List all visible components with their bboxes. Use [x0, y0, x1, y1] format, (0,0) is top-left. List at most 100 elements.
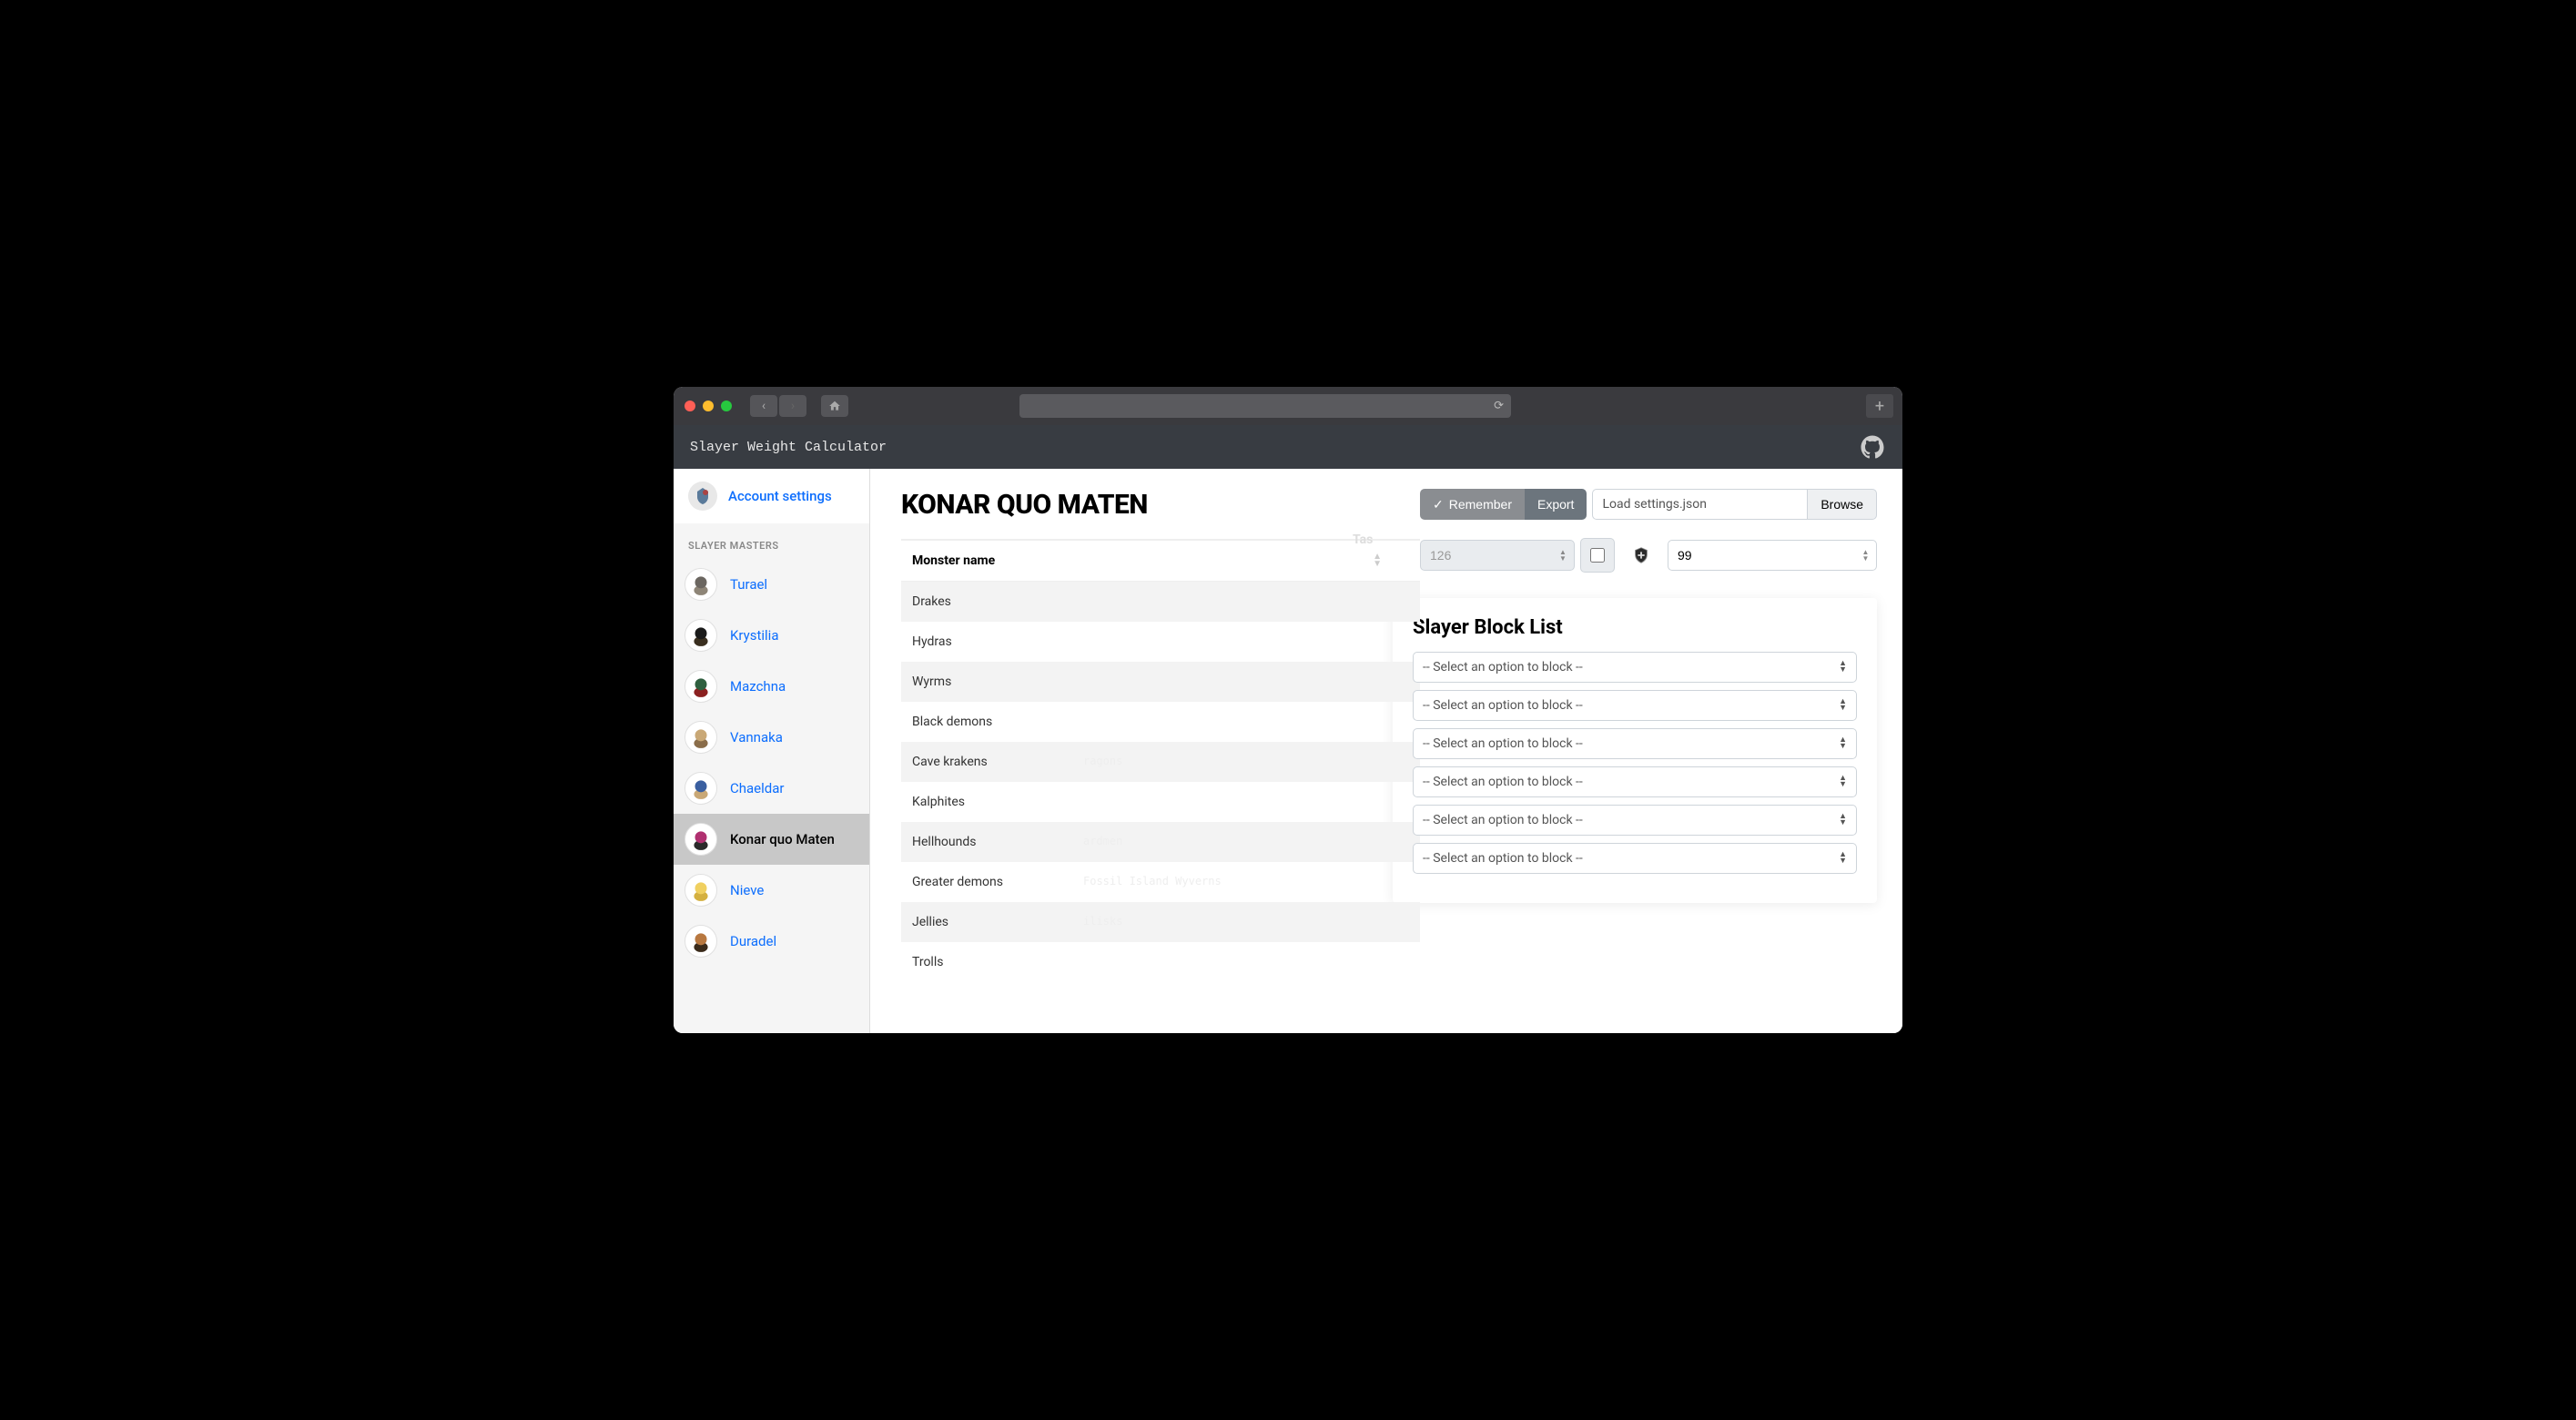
block-list-panel: Slayer Block List -- Select an option to…	[1393, 598, 1877, 903]
remember-button[interactable]: ✓ Remember	[1420, 489, 1525, 520]
master-avatar-icon	[685, 670, 717, 703]
monster-table-area: KONAR QUO MATEN Monster name ▲▼ DrakesHy…	[870, 469, 1420, 1033]
window-controls	[685, 401, 732, 411]
file-input[interactable]: Load settings.json	[1592, 489, 1807, 520]
monster-row[interactable]: Wyrms	[901, 662, 1420, 702]
home-button[interactable]	[821, 395, 848, 417]
sidebar-master-item[interactable]: Nieve	[674, 865, 869, 916]
sidebar-master-item[interactable]: Duradel	[674, 916, 869, 967]
level-spinner[interactable]: ▲▼	[1861, 549, 1876, 562]
back-button[interactable]: ‹	[750, 395, 777, 417]
select-caret-icon: ▲▼	[1839, 814, 1847, 827]
browse-button[interactable]: Browse	[1807, 489, 1877, 520]
sidebar-section-label: SLAYER MASTERS	[674, 523, 869, 559]
master-name-label: Krystilia	[730, 627, 778, 644]
app-header: Slayer Weight Calculator	[674, 425, 1902, 469]
nav-button-group: ‹ ›	[750, 395, 806, 417]
level-input[interactable]	[1668, 541, 1861, 570]
master-avatar-icon	[685, 568, 717, 601]
main-content: KONAR QUO MATEN Monster name ▲▼ DrakesHy…	[870, 469, 1902, 1033]
block-slots: -- Select an option to block --▲▼ -- Sele…	[1413, 652, 1857, 874]
block-select[interactable]: -- Select an option to block --▲▼	[1413, 690, 1857, 721]
sidebar-master-item[interactable]: Vannaka	[674, 712, 869, 763]
monster-row[interactable]: Black demons	[901, 702, 1420, 742]
sidebar: Account settings SLAYER MASTERS Turael K…	[674, 469, 870, 1033]
master-avatar-icon	[685, 772, 717, 805]
lock-checkbox-container	[1580, 538, 1615, 573]
right-panel: ✓ Remember Export Load settings.json Bro…	[1420, 469, 1902, 1033]
monster-rows: DrakesHydrasWyrmsBlack demonsCave kraken…	[901, 582, 1420, 982]
select-caret-icon: ▲▼	[1839, 776, 1847, 788]
master-name-label: Duradel	[730, 933, 776, 949]
sidebar-master-item[interactable]: Chaeldar	[674, 763, 869, 814]
maximize-window-button[interactable]	[721, 401, 732, 411]
block-list-title: Slayer Block List	[1413, 616, 1857, 639]
master-name-label: Nieve	[730, 882, 764, 898]
home-icon	[828, 400, 841, 412]
browser-window: ‹ › ⟳ + Slayer Weight Calculator Account…	[674, 387, 1902, 1033]
master-avatar-icon	[685, 874, 717, 907]
master-avatar-icon	[685, 823, 717, 856]
sidebar-master-item[interactable]: Konar quo Maten	[674, 814, 869, 865]
block-select[interactable]: -- Select an option to block --▲▼	[1413, 805, 1857, 836]
select-caret-icon: ▲▼	[1839, 852, 1847, 865]
block-select[interactable]: -- Select an option to block --▲▼	[1413, 652, 1857, 683]
master-avatar-icon	[685, 619, 717, 652]
reload-icon[interactable]: ⟳	[1494, 400, 1504, 413]
select-caret-icon: ▲▼	[1839, 661, 1847, 674]
col-monster-name[interactable]: Monster name	[912, 553, 995, 568]
remember-label: Remember	[1449, 497, 1512, 512]
master-avatar-icon	[685, 721, 717, 754]
master-name-label: Chaeldar	[730, 780, 785, 796]
block-select[interactable]: -- Select an option to block --▲▼	[1413, 766, 1857, 797]
col-task-spill: Tas	[1353, 532, 1373, 547]
monster-row[interactable]: Hellhoundsardmen	[901, 822, 1420, 862]
select-caret-icon: ▲▼	[1839, 699, 1847, 712]
master-name-label: Konar quo Maten	[730, 831, 835, 847]
monster-row[interactable]: Trolls	[901, 942, 1420, 982]
table-header-row: Monster name ▲▼	[901, 539, 1420, 582]
sidebar-master-item[interactable]: Turael	[674, 559, 869, 610]
monster-row[interactable]: Cave krakensragons	[901, 742, 1420, 782]
browser-titlebar: ‹ › ⟳ +	[674, 387, 1902, 425]
check-icon: ✓	[1433, 497, 1444, 512]
level-input-group: ▲▼	[1668, 540, 1877, 571]
ghost-text: ardmen	[1083, 835, 1122, 847]
new-tab-button[interactable]: +	[1866, 394, 1893, 418]
defence-icon	[1631, 545, 1651, 565]
sort-icon[interactable]: ▲▼	[1373, 553, 1382, 568]
sidebar-master-item[interactable]: Mazchna	[674, 661, 869, 712]
sidebar-account-settings[interactable]: Account settings	[674, 469, 869, 523]
helmet-icon	[688, 482, 717, 511]
monster-row[interactable]: Hydras	[901, 622, 1420, 662]
app-title: Slayer Weight Calculator	[690, 440, 887, 455]
remember-export-group: ✓ Remember Export	[1420, 489, 1587, 520]
stats-row: ▲▼ ▲▼	[1420, 538, 1877, 573]
monster-row[interactable]: Kalphites	[901, 782, 1420, 822]
file-input-group: Load settings.json Browse	[1592, 489, 1877, 520]
page-title: KONAR QUO MATEN	[901, 489, 1420, 521]
sidebar-master-item[interactable]: Krystilia	[674, 610, 869, 661]
address-bar[interactable]: ⟳	[1019, 394, 1511, 418]
ghost-text: ilisks	[1083, 915, 1122, 928]
points-input[interactable]	[1421, 541, 1557, 570]
master-name-label: Mazchna	[730, 678, 786, 695]
toolbar: ✓ Remember Export Load settings.json Bro…	[1420, 489, 1877, 520]
monster-row[interactable]: Jelliesilisks	[901, 902, 1420, 942]
block-select[interactable]: -- Select an option to block --▲▼	[1413, 843, 1857, 874]
select-caret-icon: ▲▼	[1839, 737, 1847, 750]
lock-checkbox[interactable]	[1590, 548, 1605, 563]
ghost-text: ragons	[1083, 755, 1122, 767]
master-name-label: Turael	[730, 576, 767, 593]
block-select[interactable]: -- Select an option to block --▲▼	[1413, 728, 1857, 759]
points-input-group: ▲▼	[1420, 540, 1575, 571]
github-icon[interactable]	[1859, 433, 1886, 461]
close-window-button[interactable]	[685, 401, 695, 411]
monster-row[interactable]: Drakes	[901, 582, 1420, 622]
minimize-window-button[interactable]	[703, 401, 714, 411]
monster-row[interactable]: Greater demonsFossil Island Wyverns	[901, 862, 1420, 902]
master-avatar-icon	[685, 925, 717, 958]
export-button[interactable]: Export	[1525, 489, 1587, 520]
points-spinner[interactable]: ▲▼	[1557, 549, 1574, 562]
forward-button[interactable]: ›	[779, 395, 806, 417]
